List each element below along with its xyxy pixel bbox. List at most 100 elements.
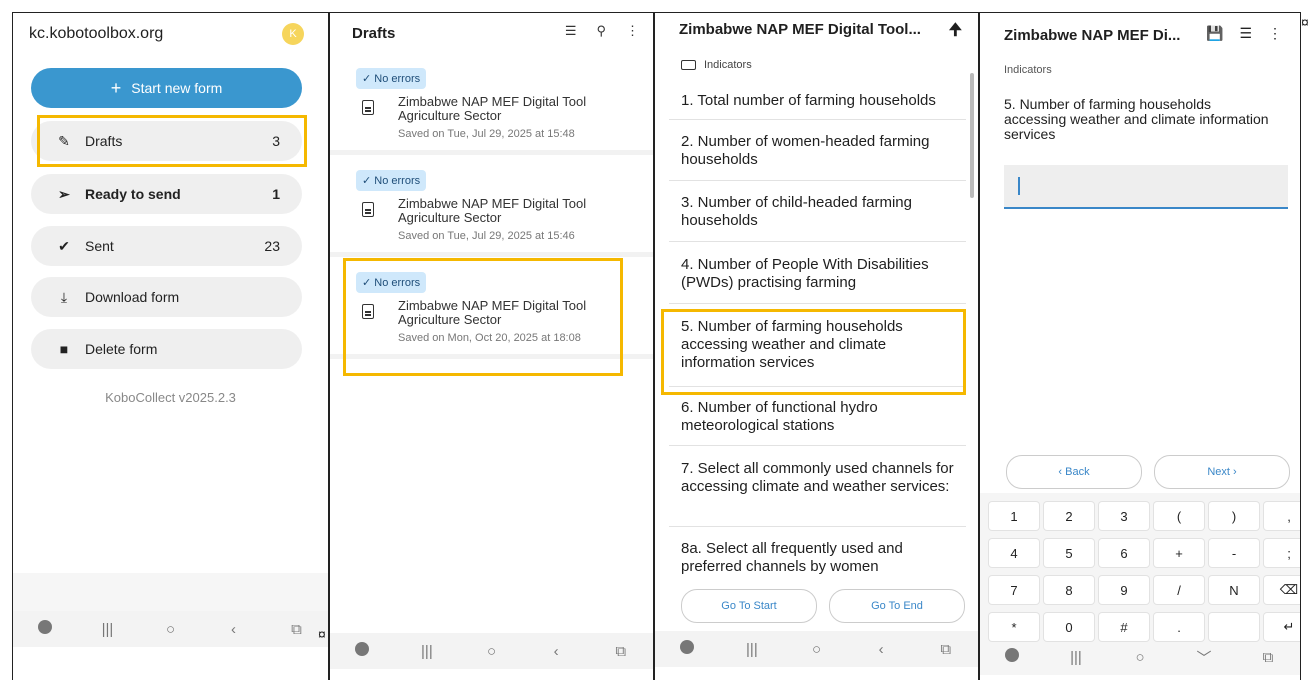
keyboard-switch-icon[interactable]: ⧉ (285, 621, 309, 638)
question-text: 5. Number of farming households accessin… (1004, 96, 1269, 142)
go-to-end-button[interactable]: Go To End (829, 589, 965, 623)
keypad-key[interactable]: 8 (1043, 575, 1095, 605)
globe-icon[interactable] (33, 620, 57, 638)
pencil-icon: ✎ (58, 132, 70, 149)
question-item[interactable]: 2. Number of women-headed farming househ… (681, 133, 961, 169)
keypad-key[interactable]: ( (1153, 501, 1205, 531)
question-entry-screen: Zimbabwe NAP MEF Di... 💾 ☰ ⋮ Indicators … (979, 12, 1301, 680)
recent-apps-button[interactable]: ||| (740, 641, 764, 658)
draft-item[interactable]: ✓ No errors Zimbabwe NAP MEF Digital Too… (330, 262, 653, 359)
send-icon: ➢ (58, 185, 70, 202)
keypad-key[interactable]: 7 (988, 575, 1040, 605)
globe-icon[interactable] (1000, 648, 1024, 666)
answer-input[interactable] (1004, 165, 1288, 209)
hierarchy-list-icon[interactable]: ☰ (1239, 25, 1252, 42)
keypad-key[interactable]: 1 (988, 501, 1040, 531)
sort-icon[interactable]: ☰ (565, 23, 577, 39)
drafts-label: Drafts (85, 133, 123, 149)
home-button[interactable]: ○ (479, 643, 503, 660)
start-new-form-button[interactable]: + Start new form (31, 68, 302, 108)
delete-form-label: Delete form (85, 341, 158, 357)
home-button[interactable]: ○ (804, 641, 828, 658)
keypad-key[interactable]: - (1208, 538, 1260, 568)
text-cursor (1018, 177, 1020, 195)
sent-button[interactable]: ✔ Sent 23 (31, 226, 302, 266)
home-button[interactable]: ○ (1128, 649, 1152, 666)
draft-item[interactable]: ✓ No errors Zimbabwe NAP MEF Digital Too… (330, 160, 653, 257)
back-button[interactable]: ‹ (544, 643, 568, 660)
recent-apps-button[interactable]: ||| (1064, 649, 1088, 666)
ready-to-send-button[interactable]: ➢ Ready to send 1 (31, 174, 302, 214)
back-button[interactable]: ‹ (222, 621, 246, 638)
keypad-key[interactable]: 3 (1098, 501, 1150, 531)
draft-item[interactable]: ✓ No errors Zimbabwe NAP MEF Digital Too… (330, 58, 653, 155)
recent-apps-button[interactable]: ||| (415, 643, 439, 660)
keypad-key[interactable]: # (1098, 612, 1150, 642)
keypad-key[interactable]: ↵ (1263, 612, 1300, 642)
go-to-start-button[interactable]: Go To Start (681, 589, 817, 623)
app-version: KoboCollect v2025.2.3 (105, 390, 236, 405)
scrollbar[interactable] (970, 73, 974, 198)
question-item[interactable]: 8a. Select all frequently used and prefe… (681, 540, 961, 576)
download-form-button[interactable]: ⤓ Download form (31, 277, 302, 317)
keypad-key[interactable]: N (1208, 575, 1260, 605)
question-item[interactable]: 3. Number of child-headed farming househ… (681, 194, 961, 230)
keypad-key[interactable]: ) (1208, 501, 1260, 531)
globe-icon[interactable] (350, 642, 374, 660)
trash-icon: ■ (59, 341, 69, 357)
check-icon: ✓ (362, 175, 375, 187)
keypad-key[interactable]: 2 (1043, 501, 1095, 531)
search-icon[interactable]: ⚲ (596, 23, 606, 39)
keypad-key[interactable]: ⌫ (1263, 575, 1300, 605)
separator-mark: ¤ (318, 626, 326, 642)
keyboard-switch-icon[interactable]: ⧉ (1256, 649, 1280, 666)
keypad-key[interactable]: 4 (988, 538, 1040, 568)
keyboard-switch-icon[interactable]: ⧉ (609, 643, 633, 660)
keyboard-switch-icon[interactable]: ⧉ (934, 641, 958, 658)
question-item[interactable]: 5. Number of farming households accessin… (681, 318, 961, 372)
recent-apps-button[interactable]: ||| (96, 621, 120, 638)
divider (669, 303, 966, 304)
question-item[interactable]: 4. Number of People With Disabilities (P… (681, 256, 961, 292)
keypad-key[interactable]: 9 (1098, 575, 1150, 605)
back-button[interactable]: ‹ Back (1006, 455, 1142, 489)
home-button[interactable]: ○ (159, 621, 183, 638)
drafts-screen: Drafts ☰ ⚲ ⋮ ✓ No errors Zimbabwe NAP ME… (329, 12, 654, 680)
keypad-key[interactable]: . (1153, 612, 1205, 642)
delete-form-button[interactable]: ■ Delete form (31, 329, 302, 369)
keypad-key[interactable]: , (1263, 501, 1300, 531)
more-options-icon[interactable]: ⋮ (1268, 25, 1282, 42)
question-item[interactable]: 6. Number of functional hydro meteorolog… (681, 399, 961, 435)
question-item[interactable]: 7. Select all commonly used channels for… (681, 460, 961, 496)
breadcrumb[interactable]: Indicators (681, 59, 752, 71)
keypad-key[interactable]: + (1153, 538, 1205, 568)
more-options-icon[interactable]: ⋮ (626, 23, 639, 39)
keypad-key[interactable]: 0 (1043, 612, 1095, 642)
back-button[interactable]: ‹ (869, 641, 893, 658)
next-button[interactable]: Next › (1154, 455, 1290, 489)
globe-icon[interactable] (675, 640, 699, 658)
keypad-key[interactable] (1208, 612, 1260, 642)
arrow-up-icon[interactable]: 🠉 (949, 19, 962, 46)
drafts-button[interactable]: ✎ Drafts 3 (31, 121, 302, 161)
download-form-label: Download form (85, 289, 180, 305)
separator-mark: ¤ (1301, 14, 1309, 30)
download-icon: ⤓ (60, 288, 68, 305)
question-item[interactable]: 1. Total number of farming households (681, 92, 961, 110)
keypad-key[interactable]: 5 (1043, 538, 1095, 568)
folder-label: Indicators (704, 59, 752, 71)
keypad-key[interactable]: / (1153, 575, 1205, 605)
avatar[interactable]: K (282, 23, 304, 45)
footer-bar (13, 573, 328, 611)
document-icon (362, 100, 374, 115)
keypad-key[interactable]: * (988, 612, 1040, 642)
main-menu-screen: kc.kobotoolbox.org K + Start new form ✎ … (12, 12, 329, 680)
check-icon: ✓ (362, 277, 375, 289)
keypad-key[interactable]: ; (1263, 538, 1300, 568)
save-icon[interactable]: 💾 (1206, 25, 1223, 42)
draft-title: Zimbabwe NAP MEF Digital Tool Agricultur… (398, 196, 587, 225)
status-badge: ✓ No errors (356, 68, 427, 89)
keypad-key[interactable]: 6 (1098, 538, 1150, 568)
status-badge: ✓ No errors (356, 272, 427, 293)
hide-keyboard-button[interactable]: ﹀ (1192, 647, 1216, 668)
